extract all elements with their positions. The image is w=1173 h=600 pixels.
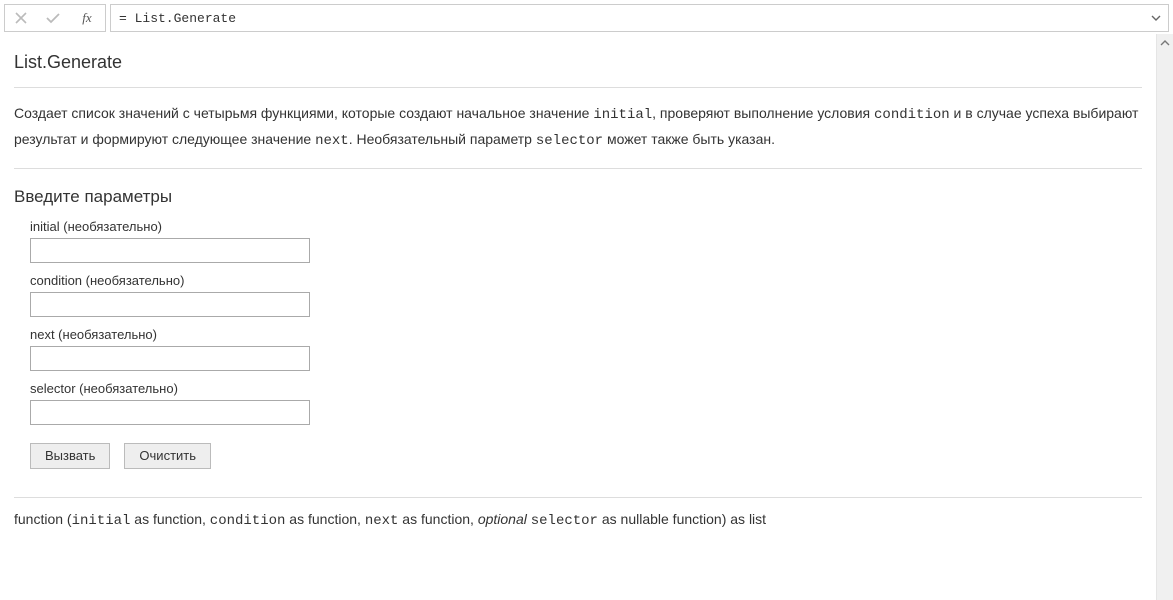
param-input-condition[interactable]: [30, 292, 310, 317]
sig-optional: optional: [478, 511, 531, 527]
scroll-up-button[interactable]: [1157, 34, 1173, 51]
formula-input-wrap: [110, 4, 1169, 32]
fx-text: fx: [82, 10, 91, 26]
sig-text: as function,: [130, 511, 209, 527]
desc-code-selector: selector: [536, 133, 603, 149]
sig-param-selector: selector: [531, 513, 598, 529]
vertical-scrollbar[interactable]: [1156, 34, 1173, 600]
params-heading: Введите параметры: [14, 187, 1142, 207]
cancel-formula-button[interactable]: [5, 5, 37, 31]
separator: [14, 168, 1142, 169]
content-wrap: List.Generate Создает список значений с …: [0, 34, 1173, 600]
function-signature: function (initial as function, condition…: [14, 508, 1142, 532]
fx-label: fx: [69, 5, 105, 31]
accept-formula-button[interactable]: [37, 5, 69, 31]
desc-text: , проверяют выполнение условия: [652, 105, 874, 121]
invoke-button[interactable]: Вызвать: [30, 443, 110, 469]
param-label-next: next (необязательно): [30, 327, 1142, 342]
content: List.Generate Создает список значений с …: [0, 34, 1156, 600]
formula-controls: fx: [4, 4, 106, 32]
separator: [14, 87, 1142, 88]
function-title: List.Generate: [14, 52, 1142, 73]
param-label-selector: selector (необязательно): [30, 381, 1142, 396]
x-icon: [15, 12, 27, 24]
function-description: Создает список значений с четырьмя функц…: [14, 102, 1142, 154]
param-label-initial: initial (необязательно): [30, 219, 1142, 234]
desc-code-condition: condition: [874, 107, 950, 123]
param-label-condition: condition (необязательно): [30, 273, 1142, 288]
sig-text: as function,: [398, 511, 477, 527]
desc-code-initial: initial: [593, 107, 652, 123]
formula-input[interactable]: [111, 11, 1144, 26]
clear-button[interactable]: Очистить: [124, 443, 211, 469]
desc-text: может также быть указан.: [603, 131, 775, 147]
sig-text: function (: [14, 511, 72, 527]
chevron-down-icon: [1151, 14, 1161, 22]
sig-param-condition: condition: [210, 513, 286, 529]
param-row-initial: initial (необязательно): [30, 219, 1142, 263]
check-icon: [46, 12, 60, 24]
params-block: initial (необязательно) condition (необя…: [30, 219, 1142, 469]
chevron-up-icon: [1160, 39, 1170, 47]
desc-text: . Необязательный параметр: [349, 131, 536, 147]
param-row-condition: condition (необязательно): [30, 273, 1142, 317]
param-row-selector: selector (необязательно): [30, 381, 1142, 425]
sig-param-initial: initial: [72, 513, 131, 529]
separator: [14, 497, 1142, 498]
button-row: Вызвать Очистить: [30, 443, 1142, 469]
param-input-initial[interactable]: [30, 238, 310, 263]
param-input-selector[interactable]: [30, 400, 310, 425]
sig-param-next: next: [365, 513, 399, 529]
desc-text: Создает список значений с четырьмя функц…: [14, 105, 593, 121]
param-row-next: next (необязательно): [30, 327, 1142, 371]
param-input-next[interactable]: [30, 346, 310, 371]
formula-bar: fx: [4, 4, 1169, 32]
formula-expand-button[interactable]: [1144, 14, 1168, 22]
sig-text: as function,: [285, 511, 364, 527]
sig-text: as nullable function) as list: [598, 511, 766, 527]
desc-code-next: next: [315, 133, 349, 149]
